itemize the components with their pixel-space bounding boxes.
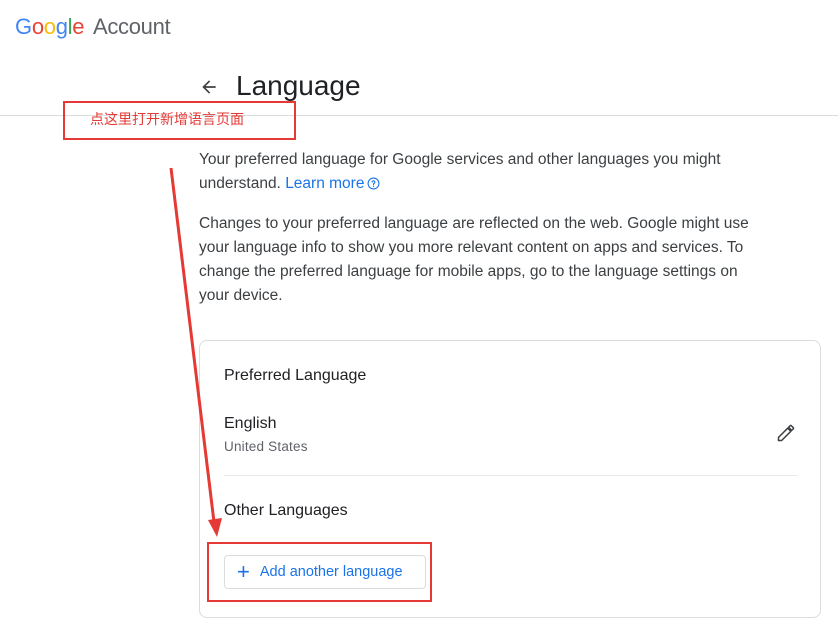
logo-account-label: Account: [92, 14, 171, 39]
edit-language-button[interactable]: [774, 421, 798, 445]
learn-more-link[interactable]: Learn more: [285, 175, 380, 192]
preferred-language-heading: Preferred Language: [224, 367, 367, 384]
annotation-note-text: 点这里打开新增语言页面: [90, 111, 244, 127]
preferred-language-name: English: [224, 415, 277, 432]
logo-letter: G: [15, 14, 32, 39]
page-title: Language: [236, 70, 361, 101]
arrow-back-icon: [202, 80, 216, 94]
description-intro-text: Your preferred language for Google servi…: [199, 151, 721, 192]
description-details: Changes to your preferred language are r…: [199, 215, 749, 304]
logo-letter: e: [72, 14, 85, 39]
pencil-icon: [777, 424, 795, 442]
back-button[interactable]: [196, 74, 222, 100]
description-intro: Your preferred language for Google servi…: [199, 148, 769, 198]
logo-letter: o: [43, 14, 56, 39]
other-languages-heading: Other Languages: [224, 502, 348, 519]
help-circle-icon: [367, 174, 380, 198]
google-account-logo[interactable]: Google Account: [15, 14, 171, 40]
learn-more-label: Learn more: [285, 175, 365, 192]
preferred-language-region: United States: [224, 439, 308, 454]
annotation-highlight-box: [207, 542, 432, 602]
logo-letter: o: [31, 14, 44, 39]
card-divider: [224, 475, 798, 476]
logo-letter: g: [55, 14, 68, 39]
